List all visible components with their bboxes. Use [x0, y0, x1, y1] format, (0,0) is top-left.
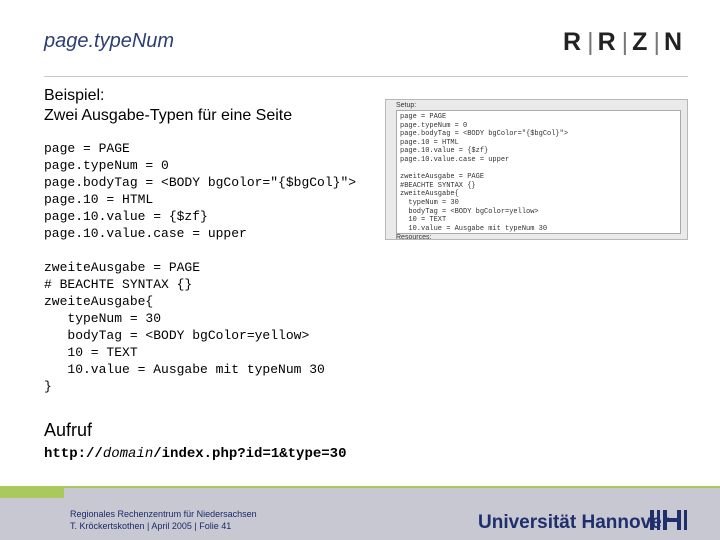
logo-letter: Z	[632, 28, 654, 56]
logo-separator: |	[653, 28, 664, 56]
intro-label: Beispiel:	[44, 87, 105, 104]
university-name: Universität Hannover	[478, 512, 670, 533]
header-divider	[44, 76, 688, 77]
rrzn-logo: R|R|Z|N	[563, 28, 688, 57]
code-block-zweite-ausgabe: zweiteAusgabe = PAGE # BEACHTE SYNTAX {}…	[44, 260, 325, 394]
slide-title: page.typeNum	[44, 30, 175, 52]
example-url: http://domain/index.php?id=1&type=30	[44, 446, 346, 462]
footer-accent-line	[0, 486, 720, 488]
intro-description: Zwei Ausgabe-Typen für eine Seite	[44, 107, 293, 124]
setup-screenshot: Setup: page = PAGE page.typeNum = 0 page…	[385, 99, 688, 241]
aufruf-heading: Aufruf	[44, 420, 93, 440]
logo-letter: R	[563, 28, 588, 56]
logo-letter: N	[663, 28, 688, 56]
setup-label: Setup:	[396, 102, 417, 109]
url-suffix: /index.php?id=1&type=30	[153, 446, 347, 462]
logo-separator: |	[587, 28, 598, 56]
setup-textarea[interactable]: page = PAGE page.typeNum = 0 page.bodyTa…	[396, 110, 681, 234]
footer-credits: Regionales Rechenzentrum für Niedersachs…	[70, 508, 257, 532]
university-logo-icon	[650, 510, 687, 530]
logo-letter: R	[597, 28, 622, 56]
resources-label: Resources:	[396, 234, 432, 241]
footer-accent-block	[0, 488, 64, 498]
footer-institution: Regionales Rechenzentrum für Niedersachs…	[70, 509, 257, 519]
intro-text: Beispiel: Zwei Ausgabe-Typen für eine Se…	[44, 86, 292, 126]
logo-separator: |	[621, 28, 633, 56]
url-domain: domain	[102, 446, 154, 462]
url-prefix: http://	[44, 446, 103, 462]
footer-author-date: T. Kröckertskothen | April 2005 | Folie …	[70, 521, 232, 531]
code-block-page: page = PAGE page.typeNum = 0 page.bodyTa…	[44, 141, 357, 241]
